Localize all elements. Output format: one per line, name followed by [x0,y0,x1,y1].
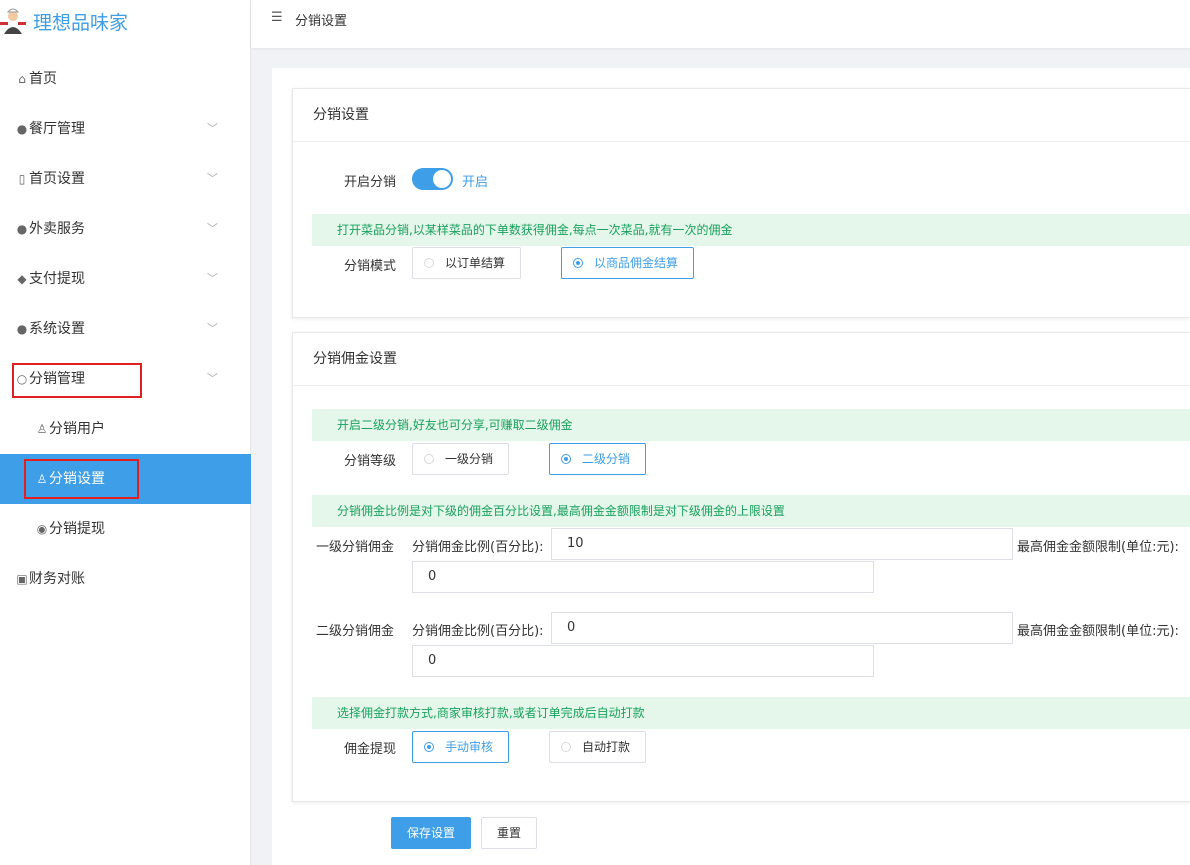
level1-max-input[interactable]: 0 [412,561,874,593]
switch-state-text: 开启 [462,175,489,190]
level1-max-label: 最高佣金金额限制(单位:元): [1017,540,1179,555]
level1-commission-label: 一级分销佣金 [316,540,395,555]
chevron-down-icon: ﹀ [207,172,218,185]
radio-label: 二级分销 [582,452,631,466]
withdraw-option-auto[interactable]: 自动打款 [549,731,646,763]
level-option-one[interactable]: 一级分销 [412,443,509,475]
chevron-down-icon: ﹀ [207,122,218,135]
sidebar-item-label: 支付提现 [29,271,85,287]
sidebar-item-distribution-users[interactable]: ♙ 分销用户 [0,404,251,454]
withdraw-tip: 选择佣金打款方式,商家审核打款,或者订单完成后自动打款 [312,697,1190,729]
sidebar-item-restaurant[interactable]: ● 餐厅管理 ﹀ [0,104,251,154]
level-tip: 开启二级分销,好友也可分享,可赚取二级佣金 [312,409,1190,441]
distribution-settings-card: 分销设置 [292,88,1190,318]
radio-dot [424,742,434,752]
user-icon: ● [16,122,28,136]
level2-max-input[interactable]: 0 [412,645,874,677]
user-icon: ● [16,222,28,236]
coin-icon: ◉ [36,522,48,536]
sidebar: 理想品味家 ⌂ 首页 ● 餐厅管理 ﹀ ▯ 首页设置 ﹀ ● 外卖服务 ﹀ ◆ … [0,0,251,865]
chevron-down-icon: ﹀ [207,322,218,335]
chef-logo-icon [0,8,26,34]
radio-dot [424,454,434,464]
switch-knob [433,170,451,188]
radio-dot [573,258,583,268]
sidebar-item-label: 外卖服务 [29,221,85,237]
highlight-box [24,459,139,499]
menu-toggle-icon[interactable]: ☰ [271,10,283,25]
enable-distribution-label: 开启分销 [344,175,397,190]
level2-commission-label: 二级分销佣金 [316,624,395,639]
level2-ratio-input[interactable]: 0 [551,612,1013,644]
sidebar-item-system[interactable]: ● 系统设置 ﹀ [0,304,251,354]
chevron-up-icon: ﹀ [207,372,218,385]
mode-option-commission[interactable]: 以商品佣金结算 [561,247,694,279]
chevron-down-icon: ﹀ [207,272,218,285]
distribution-tip: 打开菜品分销,以某样菜品的下单数获得佣金,每点一次菜品,就有一次的佣金 [312,214,1190,246]
level1-ratio-input[interactable]: 10 [551,528,1013,560]
card-title: 分销设置 [293,89,1190,142]
sidebar-item-label: 分销用户 [49,421,105,437]
reset-button[interactable]: 重置 [481,817,537,849]
radio-label: 一级分销 [445,452,494,466]
sidebar-item-distribution-withdraw[interactable]: ◉ 分销提现 [0,504,251,554]
card-title: 分销佣金设置 [293,333,1190,386]
user-icon: ● [16,322,28,336]
distribution-mode-label: 分销模式 [344,259,397,274]
sidebar-item-label: 首页 [29,71,57,87]
radio-label: 以订单结算 [445,256,506,270]
app-logo[interactable]: 理想品味家 [0,0,251,42]
person-icon: ♙ [36,422,48,436]
sidebar-item-label: 餐厅管理 [29,121,85,137]
level-option-two[interactable]: 二级分销 [549,443,646,475]
level2-ratio-label: 分销佣金比例(百分比): [412,624,544,639]
enable-distribution-switch[interactable] [412,168,453,190]
radio-label: 自动打款 [582,740,631,754]
radio-label: 手动审核 [445,740,494,754]
ratio-tip: 分销佣金比例是对下级的佣金百分比设置,最高佣金金额限制是对下级佣金的上限设置 [312,495,1190,527]
sidebar-item-label: 分销提现 [49,521,105,537]
shield-icon: ◆ [17,272,27,286]
radio-dot [561,742,571,752]
sidebar-item-finance[interactable]: ▣ 财务对账 [0,554,251,604]
sidebar-item-label: 财务对账 [29,571,85,587]
radio-dot [424,258,434,268]
sidebar-item-label: 首页设置 [29,171,85,187]
chevron-down-icon: ﹀ [207,222,218,235]
save-button[interactable]: 保存设置 [391,817,471,849]
home-icon: ⌂ [18,72,26,86]
sidebar-item-delivery[interactable]: ● 外卖服务 ﹀ [0,204,251,254]
sidebar-item-home-settings[interactable]: ▯ 首页设置 ﹀ [0,154,251,204]
mode-option-order[interactable]: 以订单结算 [412,247,521,279]
page-icon: ▯ [18,172,26,186]
ledger-icon: ▣ [16,572,28,586]
sidebar-item-label: 系统设置 [29,321,85,337]
highlight-box [12,363,142,398]
radio-label: 以商品佣金结算 [594,256,679,270]
commission-withdraw-label: 佣金提现 [344,742,397,757]
breadcrumb: 分销设置 [295,14,348,29]
withdraw-option-manual[interactable]: 手动审核 [412,731,509,763]
sidebar-item-home[interactable]: ⌂ 首页 [0,54,251,104]
distribution-level-label: 分销等级 [344,454,397,469]
level1-ratio-label: 分销佣金比例(百分比): [412,540,544,555]
app-title: 理想品味家 [33,12,129,34]
radio-dot [561,454,571,464]
top-header: ☰ 分销设置 [251,0,1190,48]
level2-max-label: 最高佣金金额限制(单位:元): [1017,624,1179,639]
sidebar-item-payment[interactable]: ◆ 支付提现 ﹀ [0,254,251,304]
